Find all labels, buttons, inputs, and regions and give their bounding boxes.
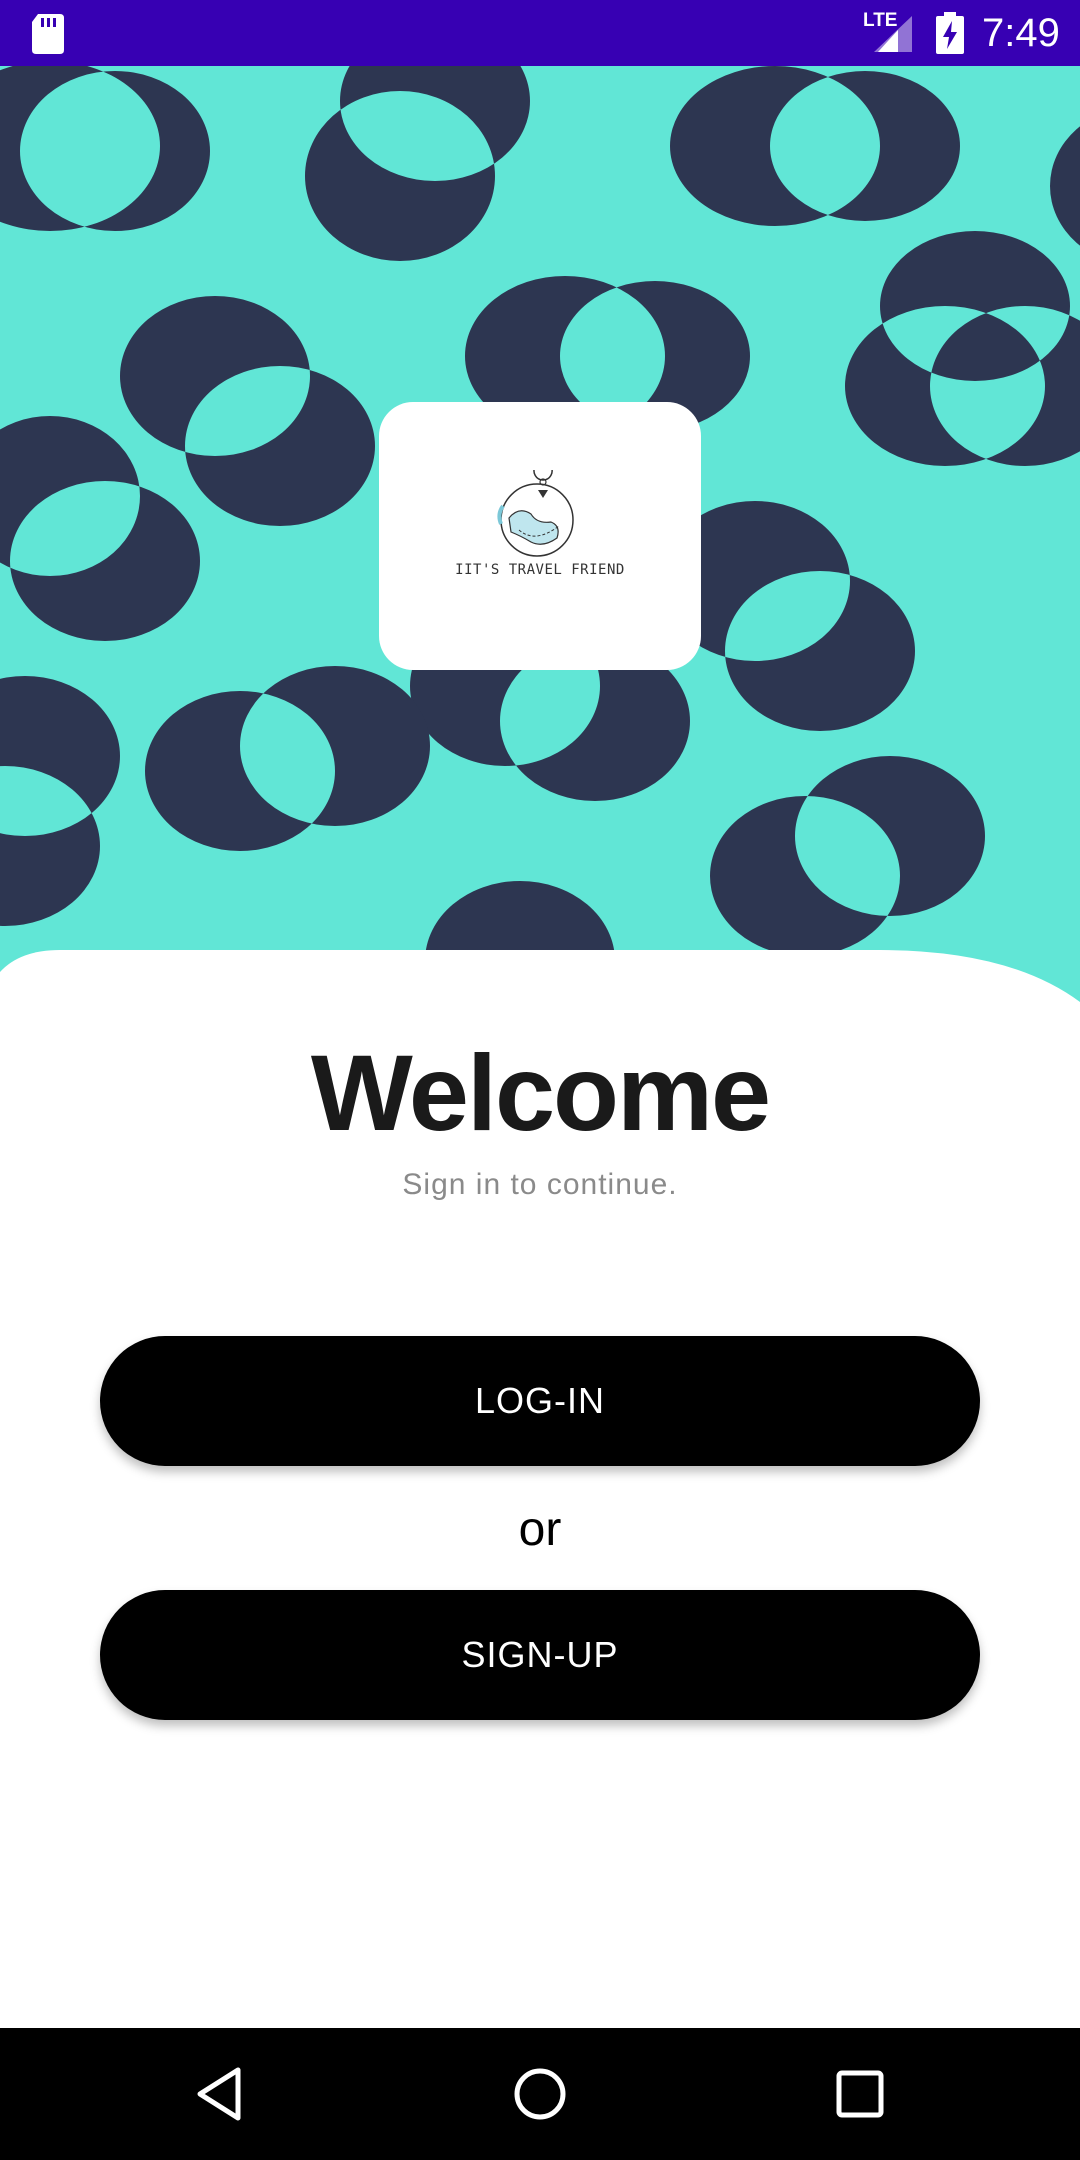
logo-text: IIT'S TRAVEL FRIEND — [455, 562, 625, 578]
login-button[interactable]: LOG-IN — [100, 1336, 980, 1466]
globe-map-pin-icon — [497, 470, 574, 557]
app-logo-card: IIT'S TRAVEL FRIEND — [379, 402, 701, 670]
status-bar: LTE 7:49 — [0, 0, 1080, 66]
or-separator: or — [518, 1503, 562, 1556]
sd-card-icon — [32, 14, 64, 54]
clock: 7:49 — [982, 11, 1060, 55]
navigation-bar — [0, 2028, 1080, 2160]
signup-button[interactable]: SIGN-UP — [100, 1590, 980, 1720]
hero-banner: IIT'S TRAVEL FRIEND — [0, 66, 1080, 1066]
home-icon[interactable] — [510, 2064, 570, 2124]
back-icon[interactable] — [192, 2064, 252, 2124]
page-title: Welcome — [310, 1032, 771, 1153]
page-subtitle: Sign in to continue. — [402, 1168, 678, 1201]
recents-icon[interactable] — [830, 2064, 890, 2124]
signal-icon — [874, 16, 912, 52]
battery-charging-icon — [936, 12, 964, 54]
